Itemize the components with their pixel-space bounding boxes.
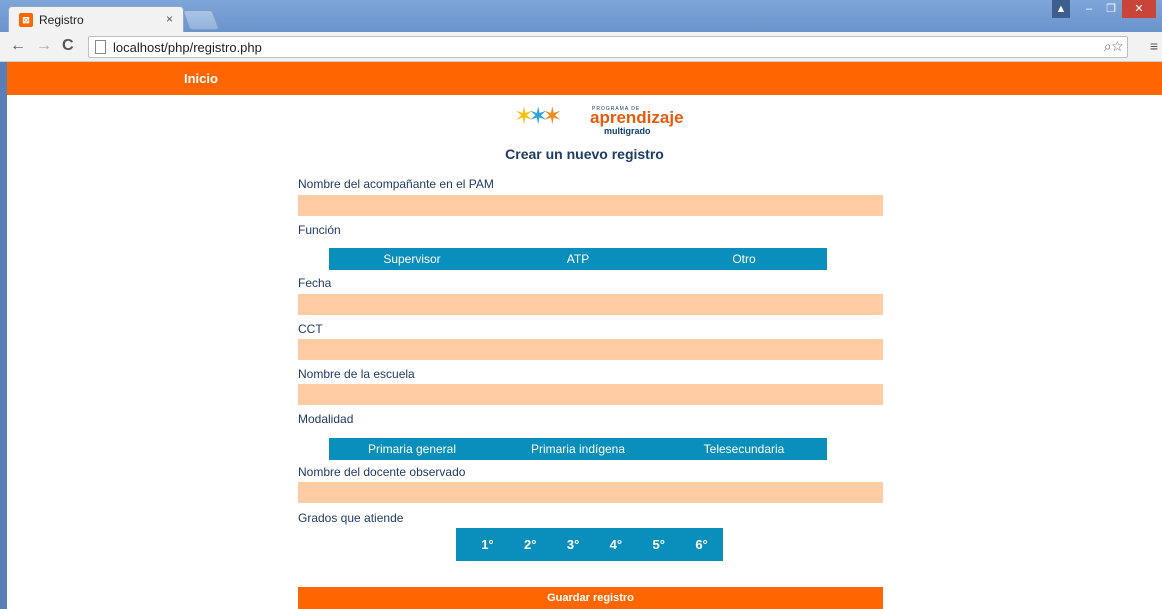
logo-subtext: multigrado (604, 126, 651, 136)
forward-icon[interactable]: → (36, 37, 52, 55)
fecha-field[interactable] (298, 294, 883, 315)
grado-2-option[interactable]: 2° (509, 528, 552, 561)
funcion-supervisor-option[interactable]: Supervisor (329, 248, 495, 270)
docente-field[interactable] (298, 482, 883, 503)
tab-close-icon[interactable]: × (166, 12, 173, 26)
grado-6-option[interactable]: 6° (680, 528, 723, 561)
browser-tab[interactable]: ⊠ Registro × (8, 6, 184, 34)
logo-figures-icon: ✶✶✶ (514, 103, 562, 130)
logo-text: aprendizaje (590, 108, 684, 127)
zoom-bookmark-icons[interactable]: ⌕☆ (1104, 38, 1123, 55)
inicio-link[interactable]: Inicio (184, 71, 218, 86)
cct-field[interactable] (298, 339, 883, 360)
funcion-label: Función (298, 223, 341, 237)
cct-label: CCT (298, 322, 323, 336)
grados-selector: 1° 2° 3° 4° 5° 6° (456, 528, 723, 561)
escuela-label: Nombre de la escuela (298, 367, 415, 381)
modalidad-options: Primaria general Primaria indígena Teles… (329, 438, 827, 460)
nombre-acompanante-label: Nombre del acompañante en el PAM (298, 177, 494, 191)
url-text: localhost/php/registro.php (113, 40, 262, 55)
reload-icon[interactable]: C (62, 37, 74, 55)
browser-titlebar: ⊠ Registro × ▲ – ❐ ✕ (0, 0, 1162, 34)
page-viewport: Inicio ✶✶✶ PROGRAMA DE aprendizaje multi… (7, 62, 1162, 609)
modalidad-general-option[interactable]: Primaria general (329, 438, 495, 460)
grados-label: Grados que atiende (298, 511, 404, 525)
escuela-field[interactable] (298, 384, 883, 405)
fecha-label: Fecha (298, 276, 332, 290)
favicon-icon: ⊠ (19, 13, 33, 27)
tab-title: Registro (39, 13, 84, 27)
modalidad-indigena-option[interactable]: Primaria indígena (495, 438, 661, 460)
browser-toolbar: ← → C localhost/php/registro.php ⌕☆ ≡ (0, 32, 1162, 62)
funcion-options: Supervisor ATP Otro (329, 248, 827, 270)
grado-4-option[interactable]: 4° (594, 528, 637, 561)
modalidad-label: Modalidad (298, 412, 354, 426)
new-tab-button[interactable] (182, 10, 220, 30)
minimize-icon[interactable]: – (1078, 0, 1100, 18)
funcion-atp-option[interactable]: ATP (495, 248, 661, 270)
logo: ✶✶✶ PROGRAMA DE aprendizaje multigrado (514, 102, 684, 136)
back-icon[interactable]: ← (10, 37, 26, 55)
grado-3-option[interactable]: 3° (552, 528, 595, 561)
window-controls: ▲ – ❐ ✕ (1052, 0, 1156, 20)
docente-label: Nombre del docente observado (298, 465, 466, 479)
grado-1-option[interactable]: 1° (466, 528, 509, 561)
menu-icon[interactable]: ≡ (1150, 38, 1158, 54)
grado-5-option[interactable]: 5° (637, 528, 680, 561)
modalidad-telesecundaria-option[interactable]: Telesecundaria (661, 438, 827, 460)
top-nav-bar: Inicio (7, 62, 1162, 95)
close-window-icon[interactable]: ✕ (1122, 0, 1156, 18)
funcion-otro-option[interactable]: Otro (661, 248, 827, 270)
page-title: Crear un nuevo registro (505, 146, 664, 162)
address-bar[interactable]: localhost/php/registro.php ⌕☆ (88, 36, 1128, 58)
nombre-acompanante-field[interactable] (298, 195, 883, 216)
save-button[interactable]: Guardar registro (298, 587, 883, 609)
restore-icon[interactable]: ❐ (1100, 0, 1122, 18)
user-icon[interactable]: ▲ (1052, 0, 1070, 18)
page-icon (95, 40, 106, 54)
